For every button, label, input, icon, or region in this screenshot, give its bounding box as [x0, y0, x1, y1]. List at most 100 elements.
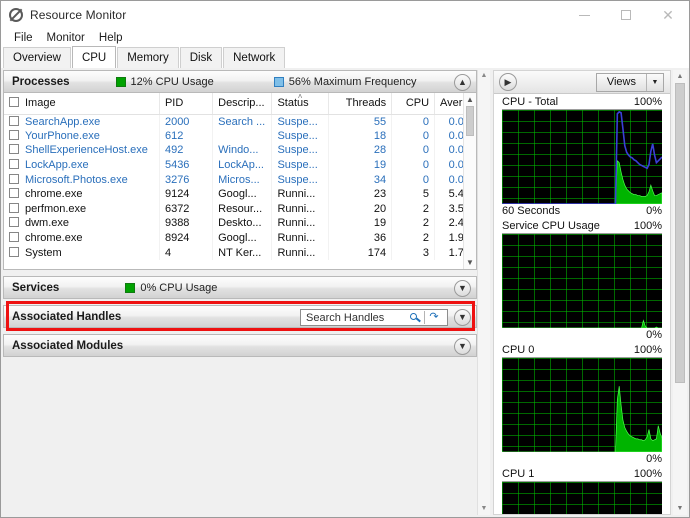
associated-modules-section-header[interactable]: Associated Modules ▼ — [3, 334, 477, 357]
graph-footer: 60 Seconds 0% — [502, 204, 662, 218]
cell-cpu: 0 — [391, 143, 436, 158]
graph-title: CPU 0 — [502, 344, 535, 356]
search-handles-box[interactable]: ↷ — [300, 309, 448, 326]
graph-canvas — [502, 481, 662, 514]
chevron-down-icon[interactable]: ▼ — [646, 74, 663, 91]
maximize-button[interactable] — [605, 1, 647, 29]
chevron-down-icon[interactable]: ▼ — [454, 338, 471, 355]
chevron-up-icon[interactable]: ▲ — [454, 74, 471, 91]
scroll-down-icon[interactable]: ▼ — [673, 502, 687, 515]
select-all-checkbox[interactable] — [9, 97, 19, 108]
cell-threads: 20 — [328, 201, 393, 217]
scrollbar-thumb[interactable] — [466, 106, 474, 136]
scroll-down-icon[interactable]: ▼ — [478, 503, 490, 515]
processes-section-header[interactable]: Processes 12% CPU Usage 56% Maximum Freq… — [3, 70, 477, 93]
search-handles-input[interactable] — [301, 310, 409, 325]
table-row[interactable]: chrome.exe 9124 Googl... Runni... 23 5 5.49 — [4, 186, 476, 202]
row-checkbox[interactable] — [9, 217, 19, 228]
column-header-status[interactable]: ˄ Status — [271, 93, 329, 115]
table-row[interactable]: Microsoft.Photos.exe 3276 Micros... Suspe..… — [4, 172, 476, 187]
cell-cpu: 2 — [391, 216, 436, 231]
table-row[interactable]: perfmon.exe 6372 Resour... Runni... 20 2 3.52 — [4, 201, 476, 217]
tab-memory[interactable]: Memory — [117, 47, 179, 68]
graph-title: CPU - Total — [502, 96, 559, 108]
table-row[interactable]: YourPhone.exe 612 Suspe... 18 0 0.00 — [4, 128, 476, 144]
left-pane-scrollbar[interactable]: ▲ ▼ — [477, 70, 490, 515]
cell-threads: 28 — [328, 143, 393, 158]
cell-pid: 492 — [159, 143, 214, 158]
row-checkbox[interactable] — [9, 202, 19, 213]
column-header-description[interactable]: Descrip... — [212, 93, 273, 115]
column-header-pid[interactable]: PID — [159, 93, 214, 115]
cell-cpu: 2 — [391, 230, 436, 246]
close-button[interactable]: ✕ — [647, 1, 689, 29]
menu-item-monitor[interactable]: Monitor — [40, 30, 92, 46]
cell-pid: 4 — [159, 245, 214, 260]
column-header-image[interactable]: Image — [4, 93, 160, 115]
resource-monitor-window: Resource Monitor ✕ File Monitor Help Ove… — [0, 0, 690, 518]
row-checkbox[interactable] — [9, 115, 19, 126]
tab-cpu[interactable]: CPU — [71, 46, 117, 68]
refresh-icon[interactable]: ↷ — [427, 312, 441, 323]
cell-threads: 23 — [328, 186, 393, 202]
column-header-threads[interactable]: Threads — [328, 93, 393, 115]
scroll-up-icon[interactable]: ▲ — [478, 70, 490, 82]
tab-overview[interactable]: Overview — [3, 47, 71, 68]
views-label: Views — [606, 76, 636, 88]
associated-handles-section-header[interactable]: Associated Handles ↷ ▼ — [3, 305, 477, 328]
table-row[interactable]: dwm.exe 9388 Deskto... Runni... 19 2 2.43 — [4, 216, 476, 231]
graph-title: Service CPU Usage — [502, 220, 600, 232]
minimize-button[interactable] — [563, 1, 605, 29]
cell-pid: 9124 — [159, 186, 214, 202]
row-checkbox[interactable] — [9, 129, 19, 140]
tab-disk[interactable]: Disk — [179, 47, 223, 68]
menu-item-file[interactable]: File — [7, 30, 40, 46]
scroll-up-icon[interactable]: ▲ — [464, 93, 476, 106]
table-row[interactable]: chrome.exe 8924 Googl... Runni... 36 2 1.95 — [4, 230, 476, 246]
row-checkbox[interactable] — [9, 173, 19, 184]
views-button[interactable]: Views ▼ — [595, 73, 664, 92]
cell-image-label: YourPhone.exe — [25, 129, 100, 142]
cell-description: Googl... — [212, 186, 273, 202]
magnifier-icon[interactable] — [409, 310, 422, 325]
max-frequency-swatch — [273, 76, 284, 87]
table-row[interactable]: ShellExperienceHost.exe 492 Windo... Suspe.… — [4, 143, 476, 158]
graph-ymin-label: 0% — [646, 205, 662, 217]
scroll-down-icon[interactable]: ▼ — [464, 256, 476, 269]
menu-item-help[interactable]: Help — [92, 30, 130, 46]
cell-threads: 174 — [328, 245, 393, 260]
chevron-right-icon[interactable]: ▶ — [499, 73, 517, 91]
graph-panel-scrollbar[interactable]: ▲ ▼ — [673, 70, 687, 515]
cell-status: Runni... — [271, 216, 329, 231]
cell-cpu: 5 — [391, 186, 436, 202]
row-checkbox[interactable] — [9, 159, 19, 170]
resource-monitor-icon — [8, 7, 24, 23]
row-checkbox[interactable] — [9, 246, 19, 257]
row-checkbox[interactable] — [9, 188, 19, 199]
table-row[interactable]: System 4 NT Ker... Runni... 174 3 1.73 — [4, 245, 476, 260]
cpu-usage-swatch — [115, 76, 126, 87]
row-checkbox[interactable] — [9, 144, 19, 155]
table-row[interactable]: LockApp.exe 5436 LockAp... Suspe... 19 0 0.00 — [4, 157, 476, 173]
associated-modules-title: Associated Modules — [12, 339, 124, 352]
scrollbar-thumb[interactable] — [675, 83, 685, 383]
chevron-down-icon[interactable]: ▼ — [454, 280, 471, 297]
graph-block: CPU 1 100% — [494, 466, 670, 514]
chevron-down-icon[interactable]: ▼ — [454, 309, 471, 326]
column-header-cpu[interactable]: CPU — [391, 93, 436, 115]
graph-xlabel: 60 Seconds — [502, 205, 561, 217]
menu-bar: File Monitor Help — [1, 29, 689, 46]
scroll-up-icon[interactable]: ▲ — [673, 70, 687, 83]
graph-list: CPU - Total 100% 60 Seconds 0% Service CPU U… — [494, 94, 670, 514]
processes-scrollbar[interactable]: ▲ ▼ — [463, 93, 476, 269]
row-checkbox[interactable] — [9, 232, 19, 243]
sort-ascending-icon: ˄ — [297, 93, 303, 101]
tab-network[interactable]: Network — [223, 47, 286, 68]
title-bar: Resource Monitor ✕ — [1, 1, 689, 29]
services-cpu-label: 0% CPU Usage — [140, 281, 218, 294]
services-section-header[interactable]: Services 0% CPU Usage ▼ — [3, 276, 477, 299]
table-row[interactable]: SearchApp.exe 2000 Search ... Suspe... 55 0 0.… — [4, 114, 476, 129]
processes-table-body: SearchApp.exe 2000 Search ... Suspe... 55 0 0.… — [4, 114, 476, 260]
cell-image: Microsoft.Photos.exe — [4, 172, 160, 187]
cell-status: Runni... — [271, 245, 329, 260]
